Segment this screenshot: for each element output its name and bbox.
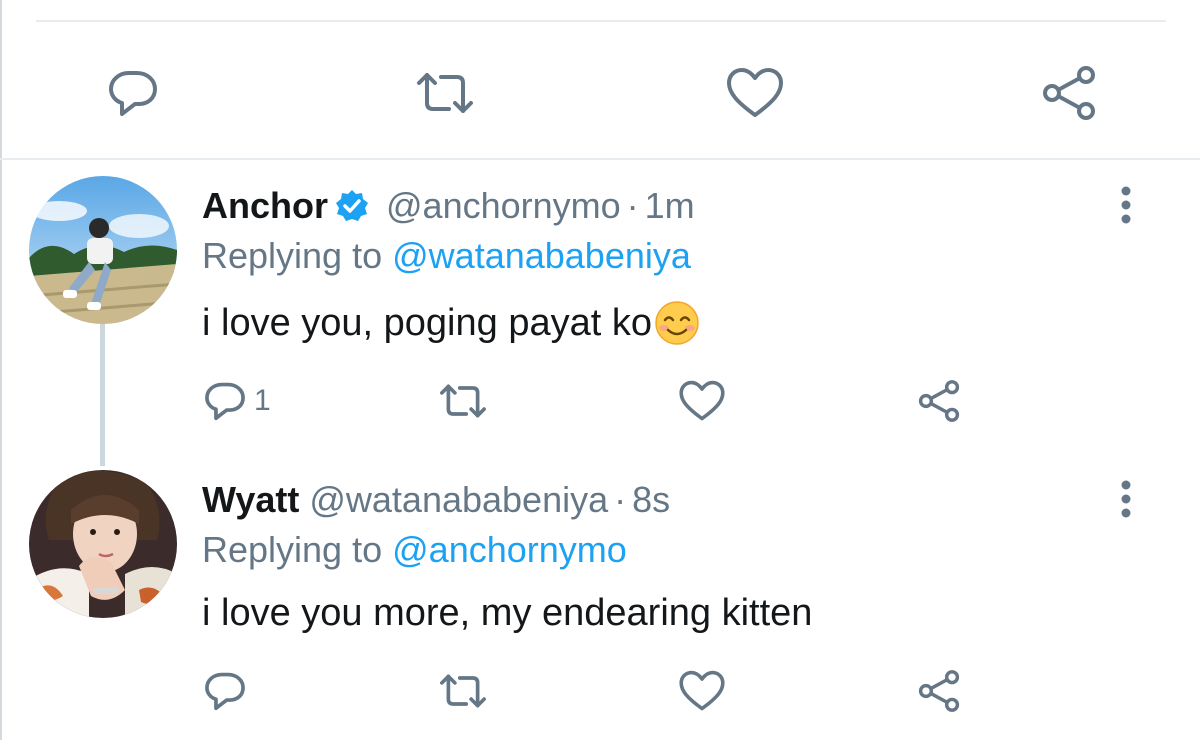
- separator-dot: ·: [626, 185, 639, 226]
- reply-button[interactable]: [202, 666, 248, 716]
- share-button[interactable]: [916, 666, 962, 716]
- main-retweet-button[interactable]: [410, 58, 480, 128]
- display-name[interactable]: Anchor: [202, 186, 328, 226]
- main-like-button[interactable]: [720, 58, 790, 128]
- main-share-button[interactable]: [1034, 58, 1104, 128]
- retweet-icon: [440, 384, 486, 418]
- tweet-body: i love you more, my endearing kitten: [202, 592, 813, 634]
- replying-to-prefix: Replying to: [202, 235, 383, 276]
- replying-to-prefix: Replying to: [202, 529, 383, 570]
- like-icon: [679, 380, 725, 421]
- more-options-button[interactable]: [1106, 180, 1146, 230]
- more-options-button[interactable]: [1106, 474, 1146, 524]
- main-reply-button[interactable]: [98, 58, 168, 128]
- section-divider: [0, 158, 1200, 160]
- like-icon: [727, 68, 783, 117]
- timestamp[interactable]: 1m: [645, 186, 695, 226]
- reply-button[interactable]: 1: [202, 376, 271, 426]
- share-button[interactable]: [916, 376, 962, 426]
- reply-action-bar-anchor: 1: [0, 376, 1200, 426]
- like-icon: [679, 670, 725, 711]
- user-handle[interactable]: @anchornymo: [386, 186, 621, 226]
- reply-action-bar-wyatt: [0, 666, 1200, 716]
- user-handle[interactable]: @watanababeniya: [309, 480, 608, 520]
- reply-header-wyatt: Wyatt @watanababeniya · 8s: [202, 480, 670, 520]
- retweet-button[interactable]: [437, 376, 489, 426]
- main-tweet-action-bar: [0, 58, 1200, 128]
- tweet-body: i love you, poging payat ko: [202, 302, 652, 344]
- replying-to-line: Replying to @watanababeniya: [202, 236, 691, 276]
- share-icon: [918, 670, 960, 712]
- smiling-face-emoji-icon: [654, 300, 700, 346]
- reply-icon: [205, 672, 245, 711]
- retweet-button[interactable]: [437, 666, 489, 716]
- avatar-wyatt[interactable]: [29, 470, 177, 618]
- separator-dot: ·: [614, 479, 627, 520]
- replying-to-line: Replying to @anchornymo: [202, 530, 627, 570]
- retweet-icon: [440, 674, 486, 708]
- replying-to-mention[interactable]: @watanababeniya: [392, 235, 691, 276]
- reply-count: 1: [254, 384, 271, 417]
- display-name[interactable]: Wyatt: [202, 480, 299, 520]
- share-icon: [918, 380, 960, 422]
- verified-badge-icon: [334, 188, 370, 224]
- share-icon: [1043, 66, 1095, 120]
- tweet-text-wyatt: i love you more, my endearing kitten: [202, 592, 812, 634]
- reply-icon: [109, 71, 157, 116]
- retweet-icon: [417, 73, 473, 113]
- reply-icon: [205, 382, 245, 421]
- avatar-anchor[interactable]: [29, 176, 177, 324]
- top-divider: [36, 20, 1166, 22]
- replying-to-mention[interactable]: @anchornymo: [392, 529, 627, 570]
- more-vertical-icon: [1121, 186, 1131, 224]
- tweet-text-anchor: i love you, poging payat ko: [202, 300, 700, 346]
- timestamp[interactable]: 8s: [632, 480, 670, 520]
- more-vertical-icon: [1121, 480, 1131, 518]
- like-button[interactable]: [678, 666, 726, 716]
- like-button[interactable]: [678, 376, 726, 426]
- reply-header-anchor: Anchor @anchornymo · 1m: [202, 186, 695, 226]
